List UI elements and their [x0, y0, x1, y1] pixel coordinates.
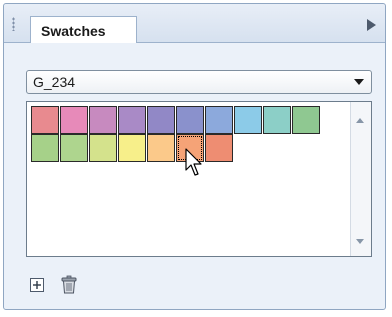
mouse-cursor-icon — [185, 148, 202, 176]
panel-menu-arrow-icon[interactable] — [365, 18, 377, 32]
panel-bottom-toolbar — [26, 274, 226, 298]
swatch-1[interactable] — [31, 106, 59, 134]
swatch-library-value: G_234 — [33, 74, 76, 90]
swatch-14[interactable] — [118, 134, 146, 162]
swatch-11[interactable] — [31, 134, 59, 162]
new-swatch-icon — [30, 278, 44, 292]
scroll-up-arrow-icon[interactable] — [356, 118, 364, 123]
swatch-list — [26, 101, 372, 257]
swatch-4[interactable] — [118, 106, 146, 134]
panel-tabstrip: Swatches — [4, 4, 385, 43]
scroll-down-arrow-icon[interactable] — [356, 239, 364, 244]
delete-swatch-button[interactable] — [58, 274, 80, 296]
swatch-13[interactable] — [89, 134, 117, 162]
swatch-5[interactable] — [147, 106, 175, 134]
new-swatch-button[interactable] — [26, 274, 48, 296]
swatch-9[interactable] — [263, 106, 291, 134]
trash-icon — [61, 275, 77, 294]
tab-swatches-label: Swatches — [41, 23, 106, 39]
swatch-17[interactable] — [205, 134, 233, 162]
swatch-6[interactable] — [176, 106, 204, 134]
swatch-8[interactable] — [234, 106, 262, 134]
panel-grip-icon[interactable] — [12, 17, 15, 31]
swatch-grid — [31, 106, 323, 162]
chevron-down-icon[interactable] — [354, 79, 364, 85]
swatch-12[interactable] — [60, 134, 88, 162]
swatch-3[interactable] — [89, 106, 117, 134]
swatch-2[interactable] — [60, 106, 88, 134]
swatch-library-select[interactable]: G_234 — [26, 70, 372, 94]
swatch-7[interactable] — [205, 106, 233, 134]
swatch-15[interactable] — [147, 134, 175, 162]
tab-swatches[interactable]: Swatches — [30, 16, 137, 43]
swatch-10[interactable] — [292, 106, 320, 134]
vertical-scrollbar[interactable] — [350, 102, 371, 256]
